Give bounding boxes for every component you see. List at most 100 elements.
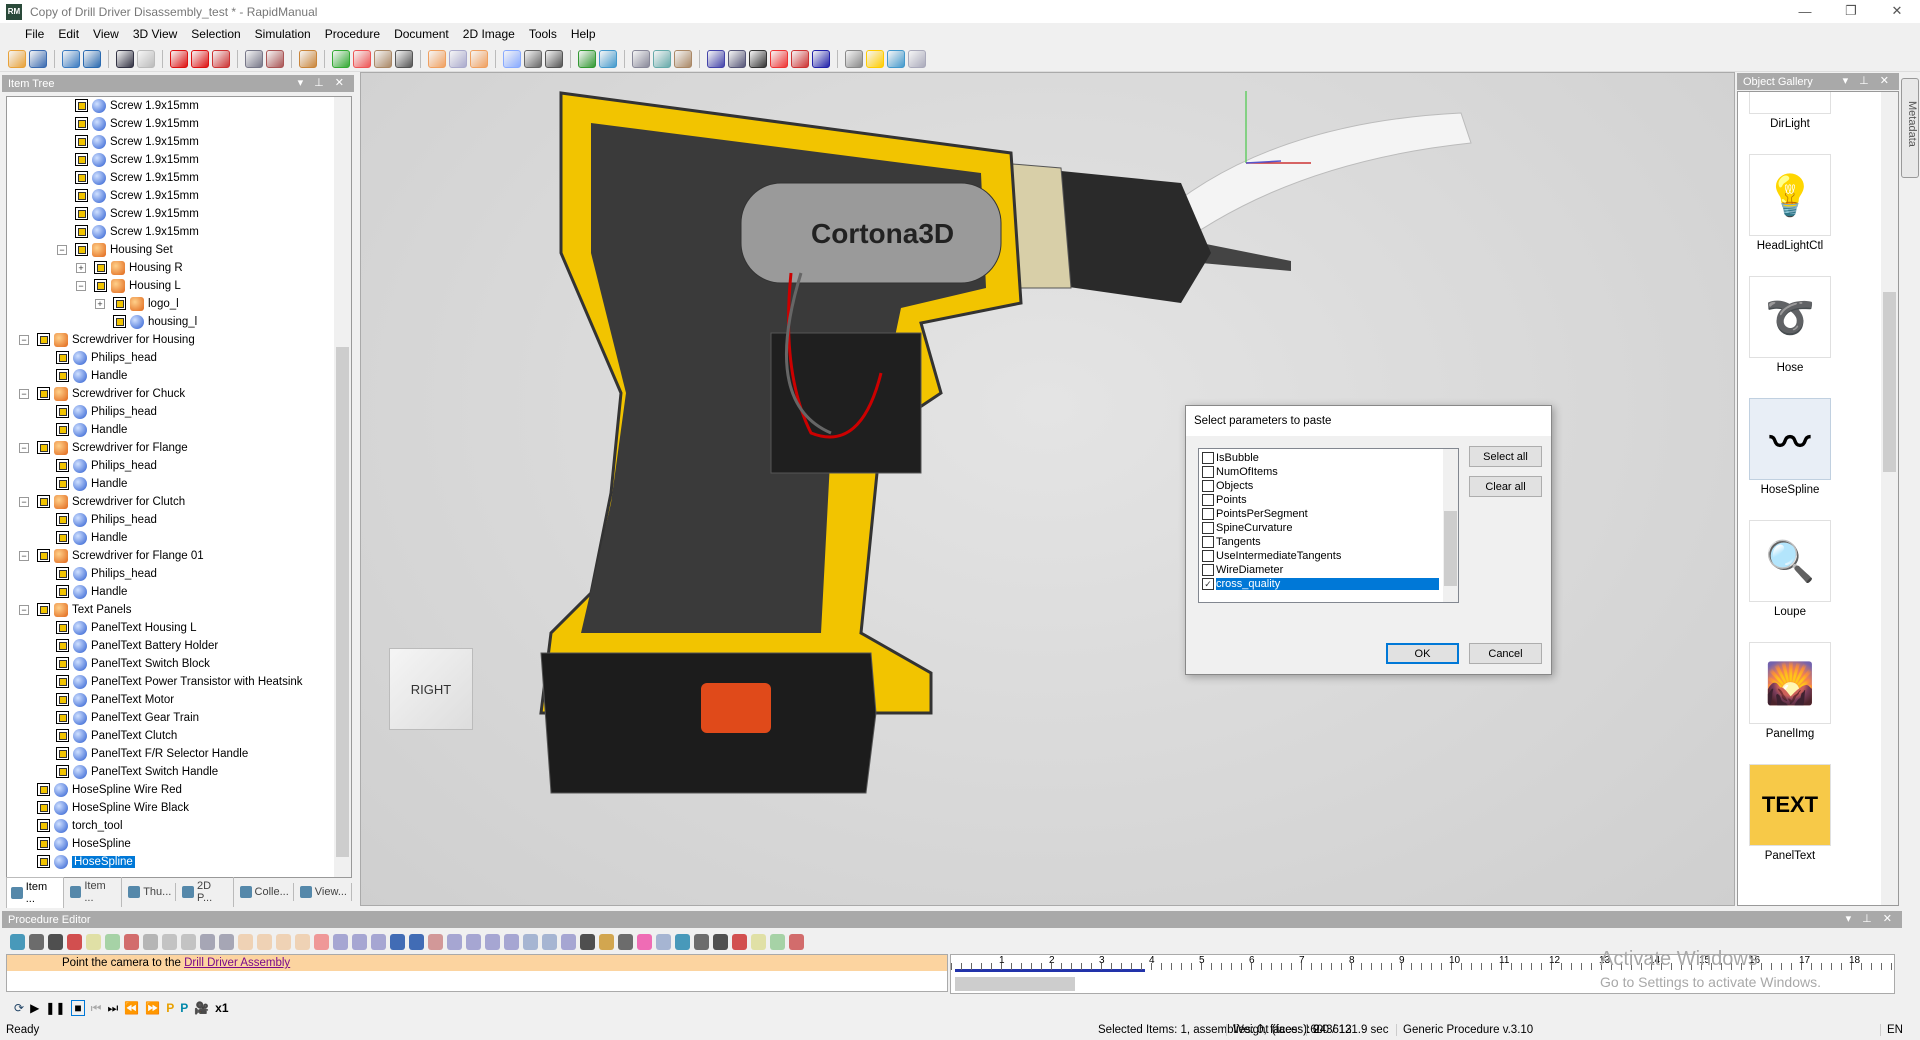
visibility-checkbox[interactable] [56,459,69,472]
parameter-checkbox[interactable]: ✓ [1202,578,1214,590]
parameter-checkbox[interactable] [1202,522,1214,534]
parameter-checkbox[interactable] [1202,564,1214,576]
toolbar-button-icon[interactable] [266,49,284,68]
collapse-icon[interactable]: − [19,605,29,615]
toolbar-button-icon[interactable] [812,49,830,68]
collapse-icon[interactable]: − [76,281,86,291]
visibility-checkbox[interactable] [75,189,88,202]
toolbar-button-icon[interactable] [728,49,746,68]
toolbar-button-icon[interactable] [191,49,209,68]
camera-icon[interactable]: 🎥 [194,1001,209,1015]
visibility-checkbox[interactable] [56,675,69,688]
visibility-checkbox[interactable] [75,135,88,148]
speed-selector[interactable]: x1 [215,1001,228,1015]
visibility-checkbox[interactable] [37,783,50,796]
procedure-toolbar-button-icon[interactable] [352,933,367,950]
tree-item[interactable]: PanelText Housing L [7,619,351,637]
collapse-icon[interactable]: − [19,443,29,453]
toolbar-button-icon[interactable] [545,49,563,68]
maximize-button[interactable]: ❐ [1828,0,1874,22]
visibility-checkbox[interactable] [37,855,50,868]
toolbar-button-icon[interactable] [353,49,371,68]
toolbar-button-icon[interactable] [170,49,188,68]
gallery-item-panelimg[interactable]: 🌄 PanelImg [1748,642,1832,740]
visibility-checkbox[interactable] [56,711,69,724]
toolbar-button-icon[interactable] [470,49,488,68]
visibility-checkbox[interactable] [37,549,50,562]
procedure-toolbar-button-icon[interactable] [333,933,348,950]
tree-item[interactable]: Philips_head [7,349,351,367]
minimize-button[interactable]: — [1782,0,1828,22]
visibility-checkbox[interactable] [75,207,88,220]
collapse-icon[interactable]: − [19,389,29,399]
procedure-toolbar-button-icon[interactable] [48,933,63,950]
procedure-toolbar-button-icon[interactable] [504,933,519,950]
tree-item[interactable]: Handle [7,421,351,439]
visibility-checkbox[interactable] [37,441,50,454]
parameter-checkbox[interactable] [1202,480,1214,492]
timeline-scrollbar[interactable] [955,977,1075,991]
procedure-toolbar-button-icon[interactable] [542,933,557,950]
parameter-checkbox[interactable] [1202,466,1214,478]
gallery-item-hose[interactable]: ➰ Hose [1748,276,1832,374]
tree-item[interactable]: Screw 1.9x15mm [7,151,351,169]
tree-item[interactable]: − Screwdriver for Flange [7,439,351,457]
metadata-side-tab[interactable]: Metadata [1901,78,1919,178]
tree-item[interactable]: PanelText Gear Train [7,709,351,727]
parameter-item[interactable]: WireDiameter [1199,563,1439,577]
visibility-checkbox[interactable] [113,315,126,328]
visibility-checkbox[interactable] [56,621,69,634]
left-tab-4[interactable]: Colle... [236,883,294,901]
visibility-checkbox[interactable] [75,171,88,184]
tree-item[interactable]: PanelText Battery Holder [7,637,351,655]
tree-item[interactable]: Screw 1.9x15mm [7,169,351,187]
procedure-toolbar-button-icon[interactable] [523,933,538,950]
tree-item[interactable]: HoseSpline [7,853,351,871]
view-cube[interactable]: RIGHT [389,648,473,730]
left-tab-0[interactable]: Item ... [6,876,64,908]
visibility-checkbox[interactable] [56,729,69,742]
visibility-checkbox[interactable] [75,99,88,112]
play-button[interactable]: ▶ [30,1001,39,1015]
clear-all-button[interactable]: Clear all [1469,476,1542,497]
tree-item[interactable]: − Screwdriver for Clutch [7,493,351,511]
tree-item[interactable]: − Housing Set [7,241,351,259]
visibility-checkbox[interactable] [75,243,88,256]
menu-selection[interactable]: Selection [184,27,247,41]
toolbar-button-icon[interactable] [503,49,521,68]
collapse-icon[interactable]: − [19,335,29,345]
procedure-toolbar-button-icon[interactable] [580,933,595,950]
menu-document[interactable]: Document [387,27,456,41]
step-link[interactable]: Drill Driver Assembly [184,957,290,969]
procedure-toolbar-button-icon[interactable] [276,933,291,950]
parameter-checkbox[interactable] [1202,508,1214,520]
visibility-checkbox[interactable] [56,369,69,382]
toolbar-button-icon[interactable] [653,49,671,68]
procedure-toolbar-button-icon[interactable] [694,933,709,950]
visibility-checkbox[interactable] [75,225,88,238]
tree-item[interactable]: PanelText Switch Block [7,655,351,673]
procedure-toolbar-button-icon[interactable] [789,933,804,950]
publish-icon[interactable]: P [166,1001,174,1015]
expand-icon[interactable]: + [76,263,86,273]
visibility-checkbox[interactable] [56,531,69,544]
tree-item[interactable]: + Housing R [7,259,351,277]
object-gallery[interactable]: ☀ DirLight 💡 HeadLightCtl ➰ Hose 〰 HoseSpline 🔍 L… [1737,91,1899,906]
panel-controls[interactable]: ▾ ⊥ ✕ [1843,74,1893,87]
toolbar-button-icon[interactable] [770,49,788,68]
visibility-checkbox[interactable] [56,513,69,526]
visibility-checkbox[interactable] [56,765,69,778]
panel-controls[interactable]: ▾ ⊥ ✕ [1846,912,1896,925]
tree-item[interactable]: Philips_head [7,457,351,475]
visibility-checkbox[interactable] [37,495,50,508]
gallery-item-dirlight[interactable]: ☀ DirLight [1748,92,1832,130]
visibility-checkbox[interactable] [75,117,88,130]
procedure-toolbar-button-icon[interactable] [656,933,671,950]
toolbar-button-icon[interactable] [395,49,413,68]
procedure-toolbar-button-icon[interactable] [257,933,272,950]
close-button[interactable]: ✕ [1874,0,1920,22]
tree-item[interactable]: Screw 1.9x15mm [7,223,351,241]
visibility-checkbox[interactable] [37,837,50,850]
left-tab-3[interactable]: 2D P... [178,877,234,907]
tree-item[interactable]: Screw 1.9x15mm [7,97,351,115]
